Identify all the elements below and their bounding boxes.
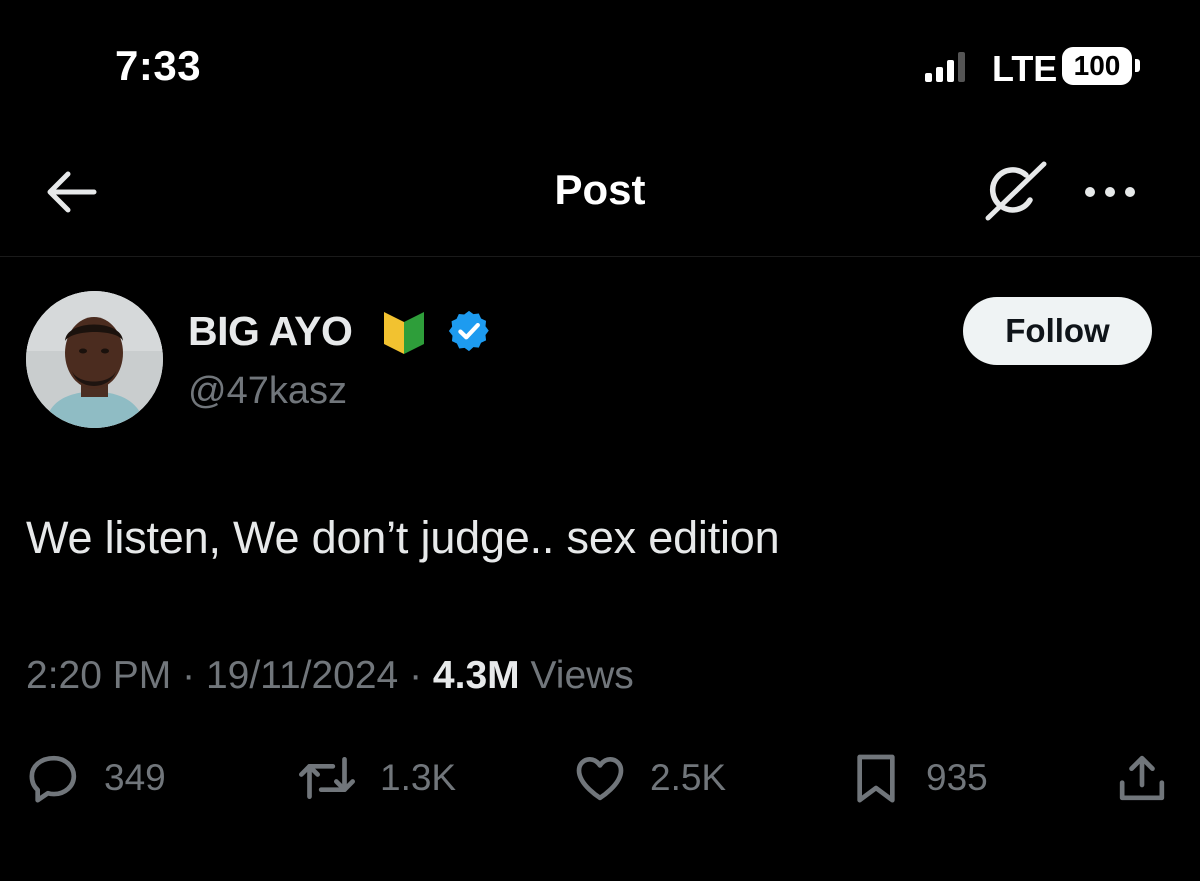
like-count: 2.5K — [650, 757, 727, 798]
bookmark-icon — [857, 754, 895, 803]
post-screen: 7:33 LTE 100 Post BIG AYO @47kasz Follow… — [0, 0, 1200, 881]
repost-count: 1.3K — [380, 757, 457, 798]
views-label: Views — [530, 654, 634, 697]
status-time: 7:33 — [115, 42, 202, 89]
meta-separator: · — [409, 654, 423, 697]
more-options-button[interactable] — [1080, 174, 1140, 210]
reply-count: 349 — [104, 757, 166, 798]
verified-badge-icon — [448, 310, 489, 352]
avatar-image — [26, 291, 163, 428]
post-meta: 2:20 PM · 19/11/2024 · 4.3M Views — [26, 654, 634, 698]
author-handle[interactable]: @47kasz — [188, 370, 347, 413]
network-type: LTE — [992, 48, 1058, 89]
bookmark-count: 935 — [926, 757, 988, 798]
author-name[interactable]: BIG AYO — [188, 308, 353, 355]
author-avatar[interactable] — [26, 291, 163, 428]
signal-icon — [925, 52, 965, 82]
reply-button[interactable]: 349 — [26, 750, 166, 806]
post-text: We listen, We don’t judge.. sex edition — [26, 512, 780, 563]
battery-icon: 100 — [1062, 47, 1132, 85]
header-divider — [0, 256, 1200, 257]
like-icon — [576, 757, 624, 801]
views-count: 4.3M — [432, 654, 520, 697]
share-button[interactable] — [1112, 750, 1172, 806]
grok-button[interactable] — [982, 160, 1048, 224]
meta-separator: · — [182, 654, 196, 697]
repost-button[interactable]: 1.3K — [296, 750, 456, 806]
bookmark-button[interactable]: 935 — [848, 750, 988, 806]
post-time[interactable]: 2:20 PM — [26, 654, 171, 697]
reply-icon — [29, 755, 77, 803]
like-button[interactable]: 2.5K — [572, 750, 726, 806]
beginner-badge-icon — [384, 312, 424, 354]
follow-button[interactable]: Follow — [963, 297, 1152, 365]
battery-tip — [1135, 59, 1140, 72]
post-date[interactable]: 19/11/2024 — [206, 654, 398, 697]
share-icon — [1119, 755, 1165, 801]
grok-icon — [985, 161, 1047, 221]
more-options-icon — [1085, 187, 1135, 197]
repost-icon — [299, 757, 355, 799]
